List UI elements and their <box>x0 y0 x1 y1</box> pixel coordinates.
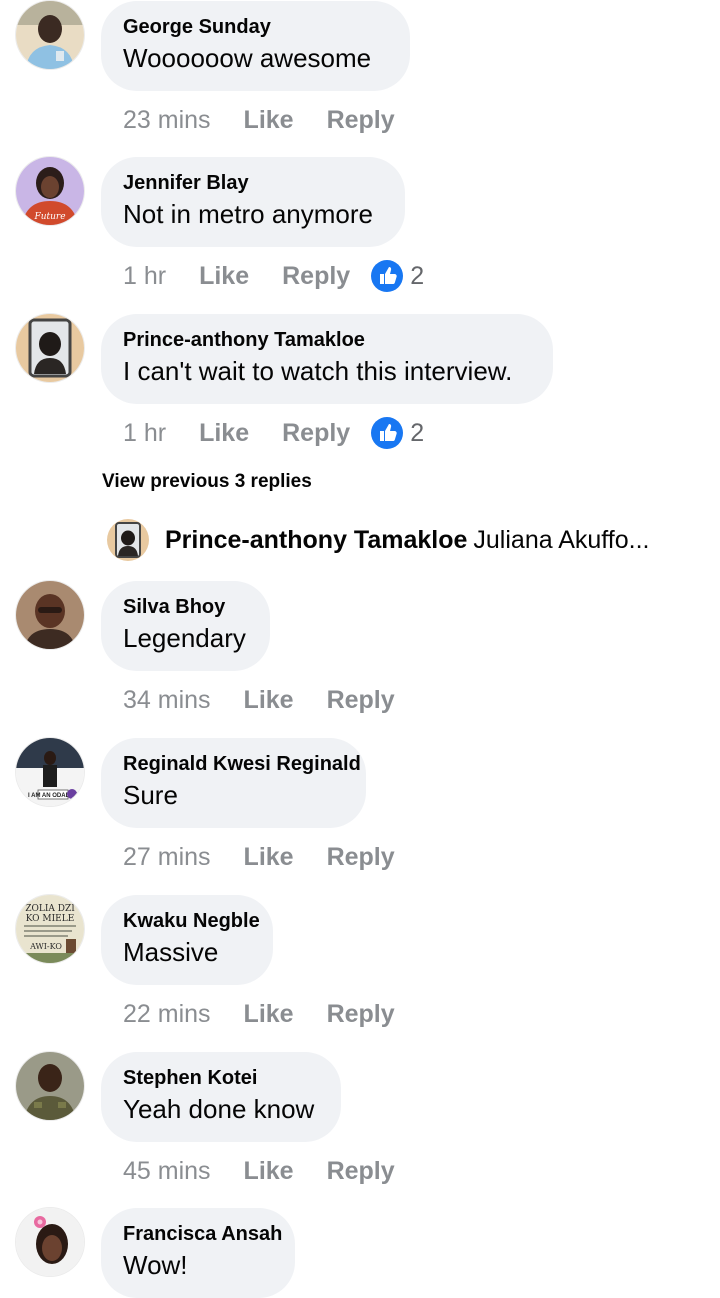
avatar[interactable] <box>107 519 149 561</box>
thumbs-up-icon <box>371 260 404 292</box>
comment-bubble: Reginald Kwesi Reginald Sure <box>101 738 366 828</box>
reaction-summary[interactable]: 2 <box>371 417 424 449</box>
avatar[interactable] <box>16 1 84 69</box>
comment-text: Legendary <box>123 623 246 653</box>
comment-time[interactable]: 45 mins <box>123 1157 211 1186</box>
like-button[interactable]: Like <box>244 1000 294 1029</box>
reply-preview-text: Prince-anthony Tamakloe Juliana Akuffo... <box>165 526 685 555</box>
avatar[interactable] <box>16 1208 84 1276</box>
comment-text: Yeah done know <box>123 1094 315 1124</box>
like-button[interactable]: Like <box>244 106 294 135</box>
comment-author[interactable]: Reginald Kwesi Reginald <box>123 753 361 776</box>
comment-text: Sure <box>123 780 178 810</box>
comment-author[interactable]: Kwaku Negble <box>123 910 260 933</box>
reply-button[interactable]: Reply <box>327 1000 395 1029</box>
comment-actions: 23 mins Like Reply <box>123 102 428 138</box>
reaction-count: 2 <box>410 418 425 447</box>
comment-author[interactable]: George Sunday <box>123 16 271 39</box>
comment-text: Not in metro anymore <box>123 199 373 229</box>
comment-time[interactable]: 1 hr <box>123 419 166 448</box>
comment-time[interactable]: 1 hr <box>123 262 166 291</box>
avatar[interactable] <box>16 581 84 649</box>
reply-button[interactable]: Reply <box>327 106 395 135</box>
comment-time[interactable]: 22 mins <box>123 1000 211 1029</box>
like-button[interactable]: Like <box>244 686 294 715</box>
reply-button[interactable]: Reply <box>282 419 350 448</box>
reply-snippet: Juliana Akuffo... <box>473 526 650 554</box>
comment-time[interactable]: 23 mins <box>123 106 211 135</box>
reply-preview[interactable]: Prince-anthony Tamakloe Juliana Akuffo... <box>107 519 720 561</box>
comment-bubble: Stephen Kotei Yeah done know <box>101 1052 341 1142</box>
like-button[interactable]: Like <box>199 262 249 291</box>
comment-text: I can't wait to watch this interview. <box>123 356 513 386</box>
comment-author[interactable]: Silva Bhoy <box>123 596 225 619</box>
view-previous-replies-link[interactable]: View previous 3 replies <box>102 471 312 493</box>
comment-bubble: Francisca Ansah Wow! <box>101 1208 295 1298</box>
avatar-text: AWI-KO <box>29 942 62 951</box>
reaction-summary[interactable]: 2 <box>371 260 424 292</box>
comment-text: Massive <box>123 937 219 967</box>
reply-button[interactable]: Reply <box>327 686 395 715</box>
comment-actions: 27 mins Like Reply <box>123 839 428 875</box>
comment-bubble: Prince-anthony Tamakloe I can't wait to … <box>101 314 553 404</box>
avatar[interactable] <box>16 1052 84 1120</box>
comment-time[interactable]: 27 mins <box>123 843 211 872</box>
avatar-text: Future <box>33 212 65 222</box>
comment-bubble: Kwaku Negble Massive <box>101 895 273 985</box>
reply-author[interactable]: Prince-anthony Tamakloe <box>165 526 467 554</box>
avatar[interactable]: I AM AN ODADEE <box>16 738 84 806</box>
avatar[interactable] <box>16 314 84 382</box>
thumbs-up-icon <box>371 417 404 449</box>
comment-text: Wow! <box>123 1250 188 1280</box>
like-button[interactable]: Like <box>244 843 294 872</box>
comment-time[interactable]: 34 mins <box>123 686 211 715</box>
comment-actions: 1 hr Like Reply 2 <box>123 258 424 294</box>
comment-author[interactable]: Francisca Ansah <box>123 1223 282 1246</box>
comment-actions: 22 mins Like Reply <box>123 996 428 1032</box>
comment-text: Woooooow awesome <box>123 43 372 73</box>
comment-bubble: George Sunday Woooooow awesome <box>101 1 410 91</box>
avatar[interactable]: ZOLIA DZI KO MIELE AWI-KO <box>16 895 84 963</box>
reply-button[interactable]: Reply <box>282 262 350 291</box>
avatar-text: ZOLIA DZI <box>25 904 75 914</box>
reply-button[interactable]: Reply <box>327 1157 395 1186</box>
comment-author[interactable]: Prince-anthony Tamakloe <box>123 329 365 352</box>
comment-author[interactable]: Stephen Kotei <box>123 1067 257 1090</box>
like-button[interactable]: Like <box>199 419 249 448</box>
avatar[interactable]: Future <box>16 157 84 225</box>
reply-button[interactable]: Reply <box>327 843 395 872</box>
reaction-count: 2 <box>410 261 425 290</box>
like-button[interactable]: Like <box>244 1157 294 1186</box>
comment-bubble: Silva Bhoy Legendary <box>101 581 270 671</box>
comment-actions: 34 mins Like Reply <box>123 682 428 718</box>
comment-bubble: Jennifer Blay Not in metro anymore <box>101 157 405 247</box>
comment-actions: 45 mins Like Reply <box>123 1153 428 1189</box>
comment-actions: 1 hr Like Reply 2 <box>123 415 424 451</box>
avatar-text: KO MIELE <box>26 914 75 924</box>
comment-author[interactable]: Jennifer Blay <box>123 172 249 195</box>
